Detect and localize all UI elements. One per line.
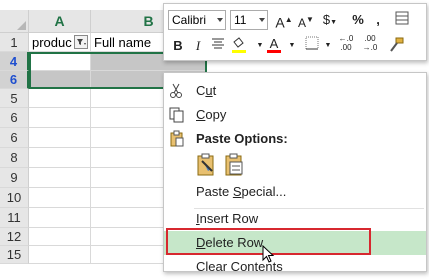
paste-options-heading: Paste Options: bbox=[164, 127, 426, 151]
grow-font-button[interactable]: A▲ bbox=[274, 10, 294, 31]
cell[interactable] bbox=[29, 128, 91, 148]
row-header[interactable]: 9 bbox=[0, 168, 29, 188]
clipboard-icon bbox=[168, 130, 186, 148]
menu-item-label: Insert Row bbox=[196, 207, 258, 231]
menu-item-paste-special[interactable]: Paste Special... bbox=[164, 180, 426, 204]
cell[interactable] bbox=[29, 246, 91, 264]
cell[interactable] bbox=[29, 168, 91, 188]
menu-item-clear-contents[interactable]: Clear Contents bbox=[164, 255, 426, 279]
font-name-value: Calibri bbox=[172, 13, 207, 27]
row-header[interactable]: 11 bbox=[0, 208, 29, 228]
cell[interactable] bbox=[29, 188, 91, 208]
row-header[interactable]: 6 bbox=[0, 128, 29, 148]
label-text: t bbox=[212, 83, 217, 98]
grow-font-label: A bbox=[275, 14, 285, 31]
row-header[interactable]: 8 bbox=[0, 148, 29, 168]
paste-formatting-icon[interactable] bbox=[196, 153, 218, 177]
access-key: D bbox=[196, 235, 206, 250]
comma-style-button[interactable]: , bbox=[368, 10, 388, 30]
filter-dropdown-icon[interactable] bbox=[74, 35, 88, 49]
menu-item-label: Delete Row bbox=[196, 231, 263, 255]
percent-style-button[interactable]: % bbox=[348, 10, 368, 30]
row-header[interactable]: 10 bbox=[0, 188, 29, 208]
label-text: Paste bbox=[196, 184, 233, 199]
decrease-decimal-button[interactable]: .00 →.0 bbox=[360, 34, 380, 54]
access-key: u bbox=[205, 83, 213, 98]
font-name-box[interactable]: Calibri bbox=[168, 10, 226, 30]
cell[interactable] bbox=[29, 148, 91, 168]
access-key: C bbox=[196, 107, 206, 122]
paste-values-icon[interactable] bbox=[224, 153, 246, 177]
menu-item-insert-row[interactable]: Insert Row bbox=[164, 207, 426, 231]
chevron-down-icon bbox=[259, 18, 265, 22]
row-header[interactable]: 5 bbox=[0, 89, 29, 108]
column-header-a[interactable]: A bbox=[29, 10, 91, 33]
label-text: C bbox=[196, 83, 206, 98]
cell[interactable] bbox=[29, 208, 91, 228]
select-all-corner[interactable] bbox=[0, 10, 29, 33]
row-header[interactable]: 12 bbox=[0, 228, 29, 246]
font-color-button[interactable]: A bbox=[264, 34, 284, 54]
cell[interactable] bbox=[29, 89, 91, 108]
italic-button[interactable]: I bbox=[188, 36, 208, 56]
menu-item-label: Copy bbox=[196, 103, 226, 127]
chevron-down-icon[interactable]: ▼ bbox=[318, 36, 338, 56]
menu-item-copy[interactable]: Copy bbox=[164, 103, 426, 127]
paste-options-label: Paste Options: bbox=[196, 131, 288, 146]
font-size-value: 11 bbox=[234, 13, 247, 27]
scissors-icon bbox=[168, 82, 186, 100]
label-text: elete Row bbox=[205, 235, 264, 250]
cell[interactable] bbox=[29, 228, 91, 246]
row-header[interactable]: 6 bbox=[0, 108, 29, 128]
row-header[interactable]: 1 bbox=[0, 33, 29, 52]
cell[interactable] bbox=[29, 108, 91, 128]
menu-item-label: Cut bbox=[196, 79, 216, 103]
mini-toolbar: Calibri 11 A▲ A▼ $▼ % , B I ▼ A ▼ ▼ ←.0 … bbox=[163, 3, 427, 61]
cell-a4[interactable] bbox=[29, 52, 91, 71]
menu-item-label: Paste Special... bbox=[196, 180, 286, 204]
fill-color-icon[interactable] bbox=[230, 36, 250, 56]
label-text: opy bbox=[205, 107, 227, 122]
row-header[interactable]: 4 bbox=[0, 52, 29, 71]
label-text: pecial... bbox=[241, 184, 287, 199]
label-text: nsert Row bbox=[199, 211, 259, 226]
select-all-triangle bbox=[17, 21, 26, 30]
bold-button[interactable]: B bbox=[168, 36, 188, 56]
menu-item-cut[interactable]: Cut bbox=[164, 79, 426, 103]
menu-item-delete-row[interactable]: Delete Row bbox=[164, 231, 426, 255]
chevron-down-icon bbox=[217, 18, 223, 22]
access-key: S bbox=[232, 184, 242, 199]
increase-decimal-button[interactable]: ←.0 .00 bbox=[336, 34, 356, 54]
shrink-font-button[interactable]: A▼ bbox=[296, 10, 316, 30]
font-color-label: A bbox=[269, 36, 279, 51]
context-menu: Cut Copy Paste Options: Paste Special...… bbox=[163, 72, 427, 274]
font-color-swatch bbox=[267, 50, 281, 53]
format-cells-icon[interactable] bbox=[392, 10, 412, 30]
row-header[interactable]: 6 bbox=[0, 71, 29, 89]
cell-a6[interactable] bbox=[29, 71, 91, 89]
shrink-font-label: A bbox=[298, 16, 307, 30]
accounting-format-button[interactable]: $▼ bbox=[320, 10, 340, 30]
copy-icon bbox=[168, 106, 186, 124]
label-text: Clear Co bbox=[196, 259, 248, 274]
align-center-icon[interactable] bbox=[208, 36, 228, 56]
format-painter-icon[interactable] bbox=[386, 36, 406, 56]
font-size-box[interactable]: 11 bbox=[230, 10, 268, 30]
row-header[interactable]: 15 bbox=[0, 246, 29, 264]
chevron-down-icon[interactable]: ▼ bbox=[282, 36, 302, 56]
